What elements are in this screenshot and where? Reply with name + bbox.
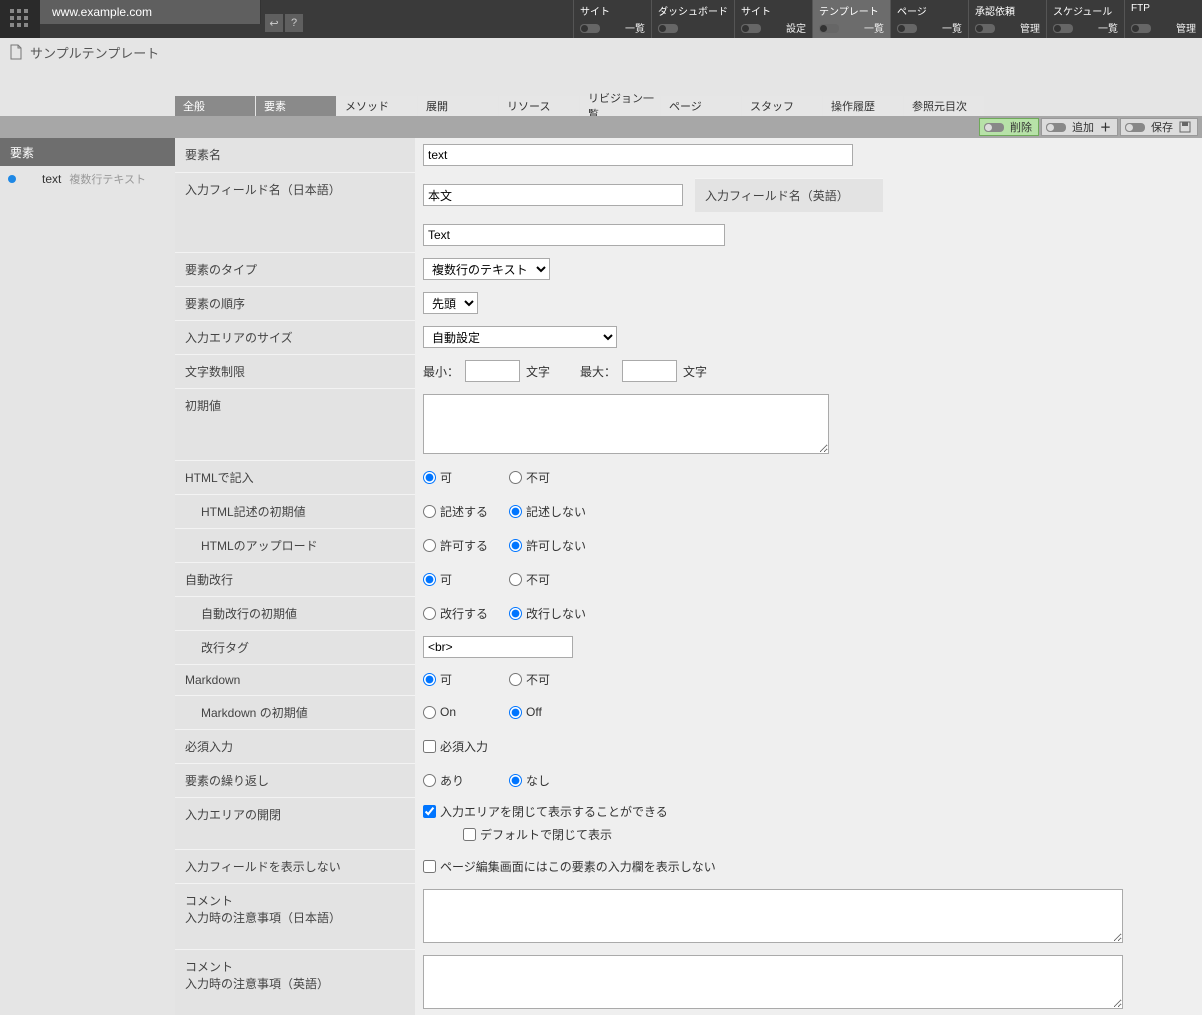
top-menu-5[interactable]: 承認依頼管理 [968, 0, 1046, 38]
radio-markdown-initial-off[interactable] [509, 706, 522, 719]
top-menu-4[interactable]: ページ一覧 [890, 0, 968, 38]
input-char-limit-min[interactable] [465, 360, 520, 382]
checkbox-hide-field[interactable] [423, 860, 436, 873]
input-field-name-en[interactable] [423, 224, 725, 246]
label-hide-field: 入力フィールドを表示しない [175, 849, 415, 883]
status-dot-icon [8, 175, 16, 183]
radio-html-initial-no[interactable] [509, 505, 522, 518]
form: 要素名 入力フィールド名（日本語） 入力フィールド名（英語） 要素のタイプ 複数… [175, 138, 1202, 1015]
textarea-comment-en[interactable] [423, 955, 1123, 1009]
char-limit-min-label: 最小： [423, 363, 459, 380]
tab-5[interactable]: リビジョン一覧 [580, 96, 660, 116]
top-menu-7[interactable]: FTP管理 [1124, 0, 1202, 38]
label-auto-wrap: 自動改行 [175, 562, 415, 596]
label-html-write: HTMLで記入 [175, 460, 415, 494]
tab-9[interactable]: 参照元目次 [904, 96, 984, 116]
logo[interactable] [0, 0, 40, 38]
label-html-initial: HTML記述の初期値 [175, 494, 415, 528]
label-initial-value: 初期値 [175, 388, 415, 460]
radio-html-upload-yes[interactable] [423, 539, 436, 552]
input-wrap-tag[interactable] [423, 636, 573, 658]
label-field-name-ja: 入力フィールド名（日本語） [175, 172, 415, 252]
label-required: 必須入力 [175, 729, 415, 763]
checkbox-collapse-default[interactable] [463, 828, 476, 841]
label-input-area-size: 入力エリアのサイズ [175, 320, 415, 354]
radio-html-initial-yes[interactable] [423, 505, 436, 518]
char-limit-unit1: 文字 [526, 363, 550, 380]
page-title: サンプルテンプレート [30, 43, 159, 62]
breadcrumb: サンプルテンプレート [0, 38, 1202, 66]
tab-6[interactable]: ページ [661, 96, 741, 116]
domain-box: www.example.com [40, 0, 261, 24]
label-field-name-en: 入力フィールド名（英語） [695, 178, 883, 212]
sidebar-item-type: 複数行テキスト [69, 171, 146, 187]
select-element-type[interactable]: 複数行のテキスト [423, 258, 550, 280]
label-repeat: 要素の繰り返し [175, 763, 415, 797]
label-markdown: Markdown [175, 664, 415, 695]
textarea-initial-value[interactable] [423, 394, 829, 454]
label-markdown-initial: Markdown の初期値 [175, 695, 415, 729]
sidebar-header: 要素 [0, 138, 175, 166]
add-button[interactable]: 追加＋ [1041, 118, 1118, 136]
tab-1[interactable]: 要素 [256, 96, 336, 116]
radio-repeat-yes[interactable] [423, 774, 436, 787]
radio-html-write-no[interactable] [509, 471, 522, 484]
radio-auto-wrap-yes[interactable] [423, 573, 436, 586]
label-wrap-tag: 改行タグ [175, 630, 415, 664]
sidebar-item-name: text [42, 172, 61, 186]
top-menu-3[interactable]: テンプレート一覧 [812, 0, 890, 38]
tab-3[interactable]: 展開 [418, 96, 498, 116]
label-collapse: 入力エリアの開閉 [175, 797, 415, 849]
radio-markdown-initial-on[interactable] [423, 706, 436, 719]
save-button[interactable]: 保存 [1120, 118, 1198, 136]
label-element-order: 要素の順序 [175, 286, 415, 320]
input-element-name[interactable] [423, 144, 853, 166]
top-menu-0[interactable]: サイト一覧 [573, 0, 651, 38]
radio-auto-wrap-no[interactable] [509, 573, 522, 586]
top-menu: サイト一覧ダッシュボードサイト設定テンプレート一覧ページ一覧承認依頼管理スケジュ… [573, 0, 1202, 38]
top-menu-1[interactable]: ダッシュボード [651, 0, 734, 38]
input-char-limit-max[interactable] [622, 360, 677, 382]
back-icon[interactable]: ↩ [265, 14, 283, 32]
radio-markdown-yes[interactable] [423, 673, 436, 686]
label-comment-en: コメント 入力時の注意事項（英語） [175, 949, 415, 1015]
select-input-area-size[interactable]: 自動設定 [423, 326, 617, 348]
radio-repeat-no[interactable] [509, 774, 522, 787]
label-html-upload: HTMLのアップロード [175, 528, 415, 562]
tab-0[interactable]: 全般 [175, 96, 255, 116]
checkbox-collapse-enable[interactable] [423, 805, 436, 818]
label-comment-ja: コメント 入力時の注意事項（日本語） [175, 883, 415, 949]
help-icon[interactable]: ? [285, 14, 303, 32]
tab-2[interactable]: メソッド [337, 96, 417, 116]
sidebar: 要素 text 複数行テキスト [0, 138, 175, 1015]
input-field-name-ja[interactable] [423, 184, 683, 206]
top-menu-2[interactable]: サイト設定 [734, 0, 812, 38]
radio-markdown-no[interactable] [509, 673, 522, 686]
select-element-order[interactable]: 先頭 [423, 292, 478, 314]
label-auto-wrap-initial: 自動改行の初期値 [175, 596, 415, 630]
tab-8[interactable]: 操作履歴 [823, 96, 903, 116]
radio-auto-wrap-initial-yes[interactable] [423, 607, 436, 620]
radio-html-write-yes[interactable] [423, 471, 436, 484]
delete-button[interactable]: 削除 [979, 118, 1039, 136]
save-icon [1179, 121, 1191, 133]
radio-auto-wrap-initial-no[interactable] [509, 607, 522, 620]
sidebar-item-text[interactable]: text 複数行テキスト [0, 166, 175, 192]
domain-name: www.example.com [40, 1, 260, 23]
action-ribbon: 削除 追加＋ 保存 [0, 116, 1202, 138]
tabs: 全般要素メソッド展開リソースリビジョン一覧ページスタッフ操作履歴参照元目次 [175, 96, 1202, 116]
label-element-type: 要素のタイプ [175, 252, 415, 286]
textarea-comment-ja[interactable] [423, 889, 1123, 943]
tab-4[interactable]: リソース [499, 96, 579, 116]
checkbox-required[interactable] [423, 740, 436, 753]
top-menu-6[interactable]: スケジュール一覧 [1046, 0, 1124, 38]
char-limit-unit2: 文字 [683, 363, 707, 380]
label-element-name: 要素名 [175, 138, 415, 172]
radio-html-upload-no[interactable] [509, 539, 522, 552]
label-char-limit: 文字数制限 [175, 354, 415, 388]
document-icon [8, 44, 24, 60]
tab-7[interactable]: スタッフ [742, 96, 822, 116]
char-limit-max-label: 最大： [580, 363, 616, 380]
top-bar: www.example.com ↩ ? サイト一覧ダッシュボードサイト設定テンプ… [0, 0, 1202, 38]
